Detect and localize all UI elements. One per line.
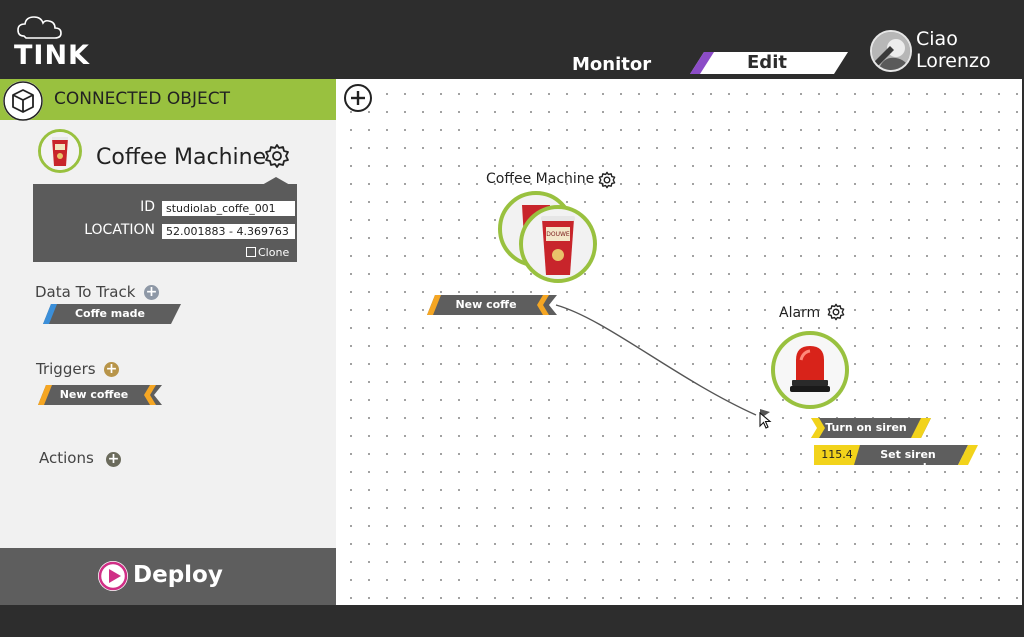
svg-text:DOUWE: DOUWE [546,231,570,238]
tab-edit[interactable]: Edit [690,52,848,74]
add-node-plus-icon[interactable] [344,84,372,112]
bottom-bar [0,605,1024,637]
deploy-label: Deploy [133,562,223,588]
coffee-machine-node-image[interactable]: DOUWE [498,189,602,285]
deploy-button[interactable]: Deploy [0,548,336,605]
coffee-output-label: New coffe [455,298,517,311]
connected-object-header: CONNECTED OBJECT [0,79,336,121]
tab-monitor[interactable]: Monitor [572,54,651,75]
trigger-item-tag[interactable]: New coffee [38,385,162,405]
actions-title: Actions [39,449,94,467]
siren-icon[interactable] [770,330,850,410]
id-field[interactable] [162,201,295,216]
data-to-track-title: Data To Track [35,283,136,301]
coffee-machine-node-title: Coffee Machine [486,171,595,187]
id-label: ID [140,199,155,215]
add-data-plus-icon[interactable]: + [144,285,159,300]
object-name: Coffee Machine [96,145,267,170]
play-icon [98,561,128,591]
trigger-item-label: New coffee [59,388,129,401]
location-label: LOCATION [84,222,155,238]
data-item-tag[interactable]: Coffe made [43,304,181,324]
alarm-node-title: Alarm [779,305,821,321]
location-field[interactable] [162,224,295,239]
edit-canvas[interactable]: Coffee Machine DOUWE New coffe Alarm Tur… [336,79,1022,605]
clone-icon [246,247,256,257]
turn-on-siren-label: Turn on siren [825,421,907,434]
coffee-output-tag[interactable]: New coffe [427,295,557,315]
cube-icon [3,81,43,121]
add-action-plus-icon[interactable]: + [106,452,121,467]
add-trigger-plus-icon[interactable]: + [104,362,119,377]
triggers-title: Triggers [36,360,96,378]
tab-edit-label: Edit [747,52,787,73]
gear-icon[interactable] [827,303,845,321]
siren-speed-value[interactable]: 115.4 [820,448,854,461]
cursor-icon [759,412,772,429]
user-avatar[interactable] [870,30,912,72]
tink-app: TINK Monitor Edit Ciao Lorenzo CONNECTED… [0,0,1024,637]
connected-object-title: CONNECTED OBJECT [54,89,230,109]
data-item-label: Coffe made [74,307,146,320]
logo-text: TINK [14,40,90,71]
avatar-photo [872,32,910,70]
gear-icon[interactable] [598,171,616,189]
alarm-input-turn-on-siren[interactable]: Turn on siren [811,418,931,438]
connection-line [555,304,770,421]
alarm-input-set-siren-speed[interactable]: 115.4 Set siren speed [814,445,978,474]
clone-button[interactable]: Clone [246,246,289,259]
clone-label: Clone [258,246,290,259]
user-greeting: Ciao Lorenzo [916,28,991,72]
gear-icon[interactable] [264,143,290,169]
top-bar: TINK Monitor Edit Ciao Lorenzo [0,0,1024,79]
connected-object-panel: CONNECTED OBJECT Coffee Machine ID LOCAT… [0,79,336,605]
greeting-line-1: Ciao [916,28,958,50]
set-siren-speed-label: Set siren speed [880,448,936,474]
greeting-line-2: Lorenzo [916,50,991,72]
coffee-cup-image [41,132,79,170]
object-thumbnail [38,129,82,173]
